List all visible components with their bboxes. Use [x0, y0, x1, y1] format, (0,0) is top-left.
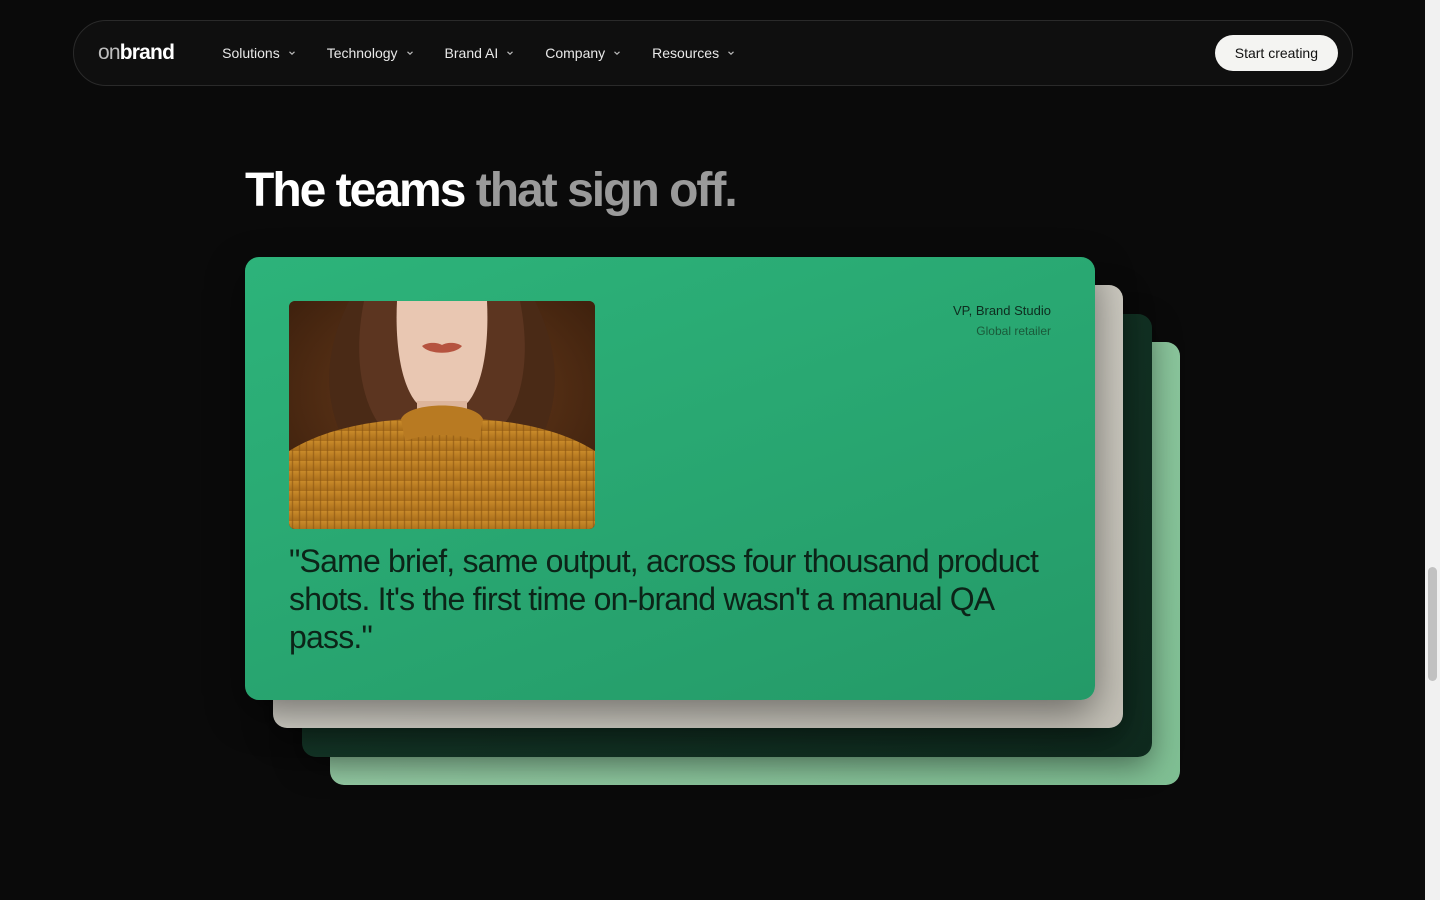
chevron-down-icon — [727, 49, 735, 57]
nav-item-label: Solutions — [222, 45, 280, 61]
chevron-down-icon — [288, 49, 296, 57]
section-headline: The teams that sign off. — [245, 163, 738, 218]
nav-item-label: Technology — [326, 45, 398, 61]
chevron-down-icon — [613, 49, 621, 57]
nav-item-technology[interactable]: Technology — [327, 45, 414, 61]
nav-item-company[interactable]: Company — [545, 45, 621, 61]
attribution-role: VP, Brand Studio — [952, 303, 1051, 318]
testimonial-attribution: VP, Brand Studio Global retailer — [953, 303, 1051, 338]
testimonial-quote: "Same brief, same output, across four th… — [289, 543, 1039, 655]
page-scrollbar[interactable] — [1425, 0, 1440, 900]
scrollbar-thumb[interactable] — [1428, 567, 1437, 681]
nav-menu: Solutions Technology Brand AI Company Re… — [222, 45, 766, 61]
logo-light-part: on — [98, 41, 121, 64]
testimonial-card[interactable]: VP, Brand Studio Global retailer "Same b… — [245, 257, 1095, 700]
start-creating-button[interactable]: Start creating — [1214, 35, 1338, 71]
nav-item-brand-ai[interactable]: Brand AI — [445, 45, 515, 61]
chevron-down-icon — [406, 49, 414, 57]
nav-item-solutions[interactable]: Solutions — [222, 45, 296, 61]
attribution-org: Global retailer — [976, 324, 1051, 338]
nav-item-resources[interactable]: Resources — [652, 45, 735, 61]
chevron-down-icon — [506, 49, 514, 57]
nav-item-label: Company — [545, 45, 606, 61]
nav-item-label: Resources — [652, 45, 720, 61]
logo-bold-part: brand — [119, 41, 175, 64]
headline-gray-part: that sign off. — [475, 164, 738, 217]
top-navbar: on brand Solutions Technology Brand AI Co… — [73, 20, 1353, 86]
nav-item-label: Brand AI — [444, 45, 499, 61]
onbrand-logo[interactable]: on brand — [98, 41, 175, 65]
testimonial-portrait-image — [289, 301, 595, 529]
headline-white-part: The teams — [245, 164, 466, 217]
